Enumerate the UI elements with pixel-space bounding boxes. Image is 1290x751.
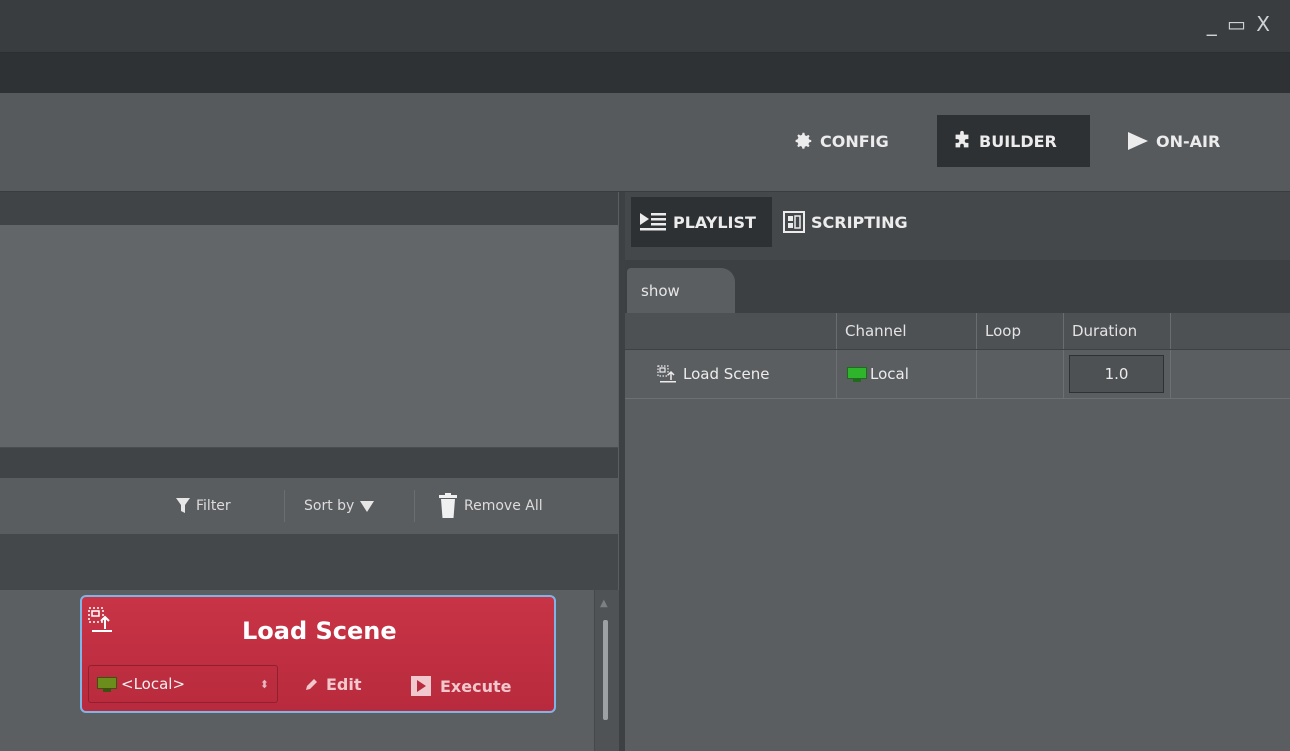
preview-header — [0, 192, 618, 225]
builder-mode-label: BUILDER — [979, 131, 1057, 151]
actions-header — [0, 448, 618, 478]
scroll-up-arrow-icon[interactable]: ▲ — [600, 598, 608, 609]
execute-action-button[interactable]: Execute — [410, 675, 511, 697]
remove-all-button[interactable]: Remove All — [438, 493, 543, 518]
row-loop-cell[interactable] — [976, 350, 1063, 398]
tab-show[interactable]: show — [627, 268, 735, 313]
channel-select[interactable]: <Local> ⬍ — [88, 665, 278, 703]
edit-action-button[interactable]: Edit — [304, 675, 362, 694]
spinner-arrows-icon: ⬍ — [259, 677, 269, 691]
play-icon — [1128, 132, 1148, 150]
mode-bar — [0, 93, 1290, 192]
preview-area — [0, 225, 618, 448]
row-channel-cell[interactable]: Local — [836, 350, 976, 398]
triangle-down-icon — [360, 501, 375, 512]
action-list-header — [0, 535, 618, 590]
column-header-empty — [1170, 313, 1290, 349]
column-header-channel[interactable]: Channel — [836, 313, 976, 349]
duration-field[interactable]: 1.0 — [1069, 355, 1164, 393]
playlist-empty-area — [625, 399, 1290, 751]
config-mode-button[interactable]: CONFIG — [778, 115, 903, 167]
channel-select-value: <Local> — [121, 675, 186, 693]
builder-mode-button[interactable]: BUILDER — [937, 115, 1090, 167]
sort-by-label: Sort by — [304, 498, 355, 514]
toolbar-divider — [284, 490, 285, 522]
filter-button[interactable]: Filter — [176, 494, 231, 518]
execute-label: Execute — [440, 676, 512, 696]
load-scene-icon — [657, 365, 676, 383]
tab-playlist-label: PLAYLIST — [673, 212, 756, 232]
monitor-icon — [97, 677, 117, 692]
row-action-cell[interactable]: Load Scene — [625, 350, 836, 398]
pencil-icon — [306, 678, 317, 690]
menu-bar — [0, 53, 1290, 93]
execute-icon — [411, 676, 431, 696]
column-header-duration[interactable]: Duration — [1063, 313, 1170, 349]
config-mode-label: CONFIG — [820, 131, 889, 151]
row-action-label: Load Scene — [683, 365, 770, 383]
row-empty-cell — [1170, 350, 1290, 398]
tab-scripting[interactable]: SCRIPTING — [775, 197, 916, 247]
monitor-icon — [847, 367, 867, 382]
trash-icon — [439, 493, 457, 518]
sort-by-button[interactable]: Sort by — [304, 494, 375, 518]
row-channel-label: Local — [870, 365, 909, 383]
onair-mode-label: ON-AIR — [1156, 131, 1221, 151]
filter-label: Filter — [196, 498, 231, 514]
playlist-icon — [640, 213, 666, 231]
window-controls[interactable]: _ ▭ X — [1207, 12, 1272, 36]
gear-icon — [795, 132, 812, 149]
scrollbar-thumb[interactable] — [603, 620, 608, 720]
onair-mode-button[interactable]: ON-AIR — [1112, 115, 1234, 167]
action-card-title: Load Scene — [242, 617, 397, 645]
tab-playlist[interactable]: PLAYLIST — [631, 197, 772, 247]
remove-all-label: Remove All — [464, 498, 543, 514]
tab-scripting-label: SCRIPTING — [811, 212, 908, 232]
column-header-loop[interactable]: Loop — [976, 313, 1063, 349]
toolbar-divider — [414, 490, 415, 522]
load-scene-icon — [88, 607, 114, 637]
edit-label: Edit — [326, 675, 362, 694]
puzzle-icon — [955, 130, 969, 148]
title-bar — [0, 0, 1290, 53]
scripting-icon — [783, 211, 805, 233]
funnel-icon — [176, 498, 190, 513]
load-scene-action-card[interactable]: Load Scene <Local> ⬍ Edit Execute — [80, 595, 556, 713]
